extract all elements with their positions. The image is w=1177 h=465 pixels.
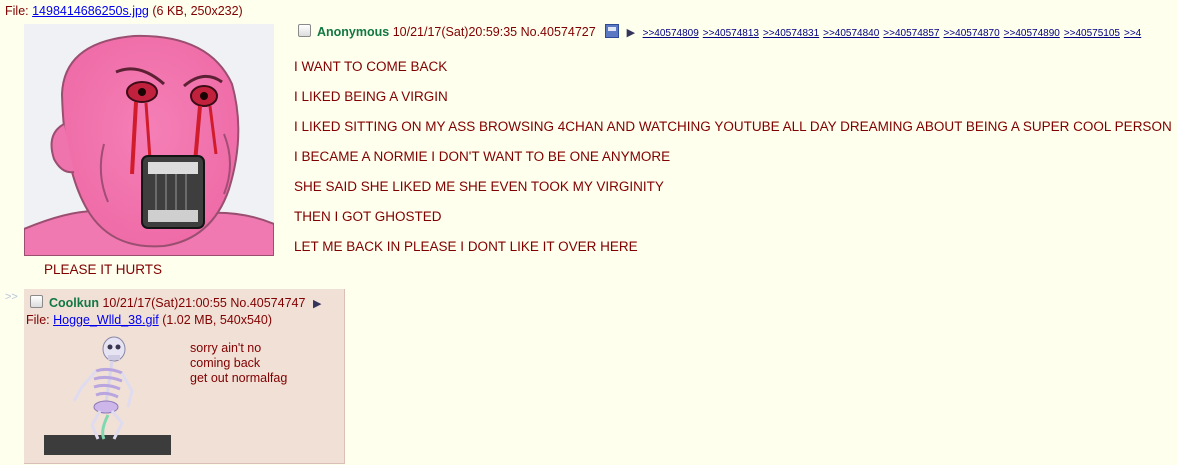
- op-post-header: Anonymous 10/21/17(Sat)20:59:35 No.40574…: [298, 24, 1141, 39]
- reply-file-label: File:: [26, 313, 50, 327]
- reply-file-meta: (1.02 MB, 540x540): [162, 313, 273, 327]
- crying-wojak-icon: [24, 24, 274, 256]
- reply-file-link[interactable]: Hogge_Wlld_38.gif: [53, 313, 159, 327]
- backlink[interactable]: >>40574890: [1004, 28, 1060, 39]
- op-select-checkbox[interactable]: [298, 24, 311, 37]
- reply-datetime: 10/21/17(Sat)21:00:55: [102, 296, 227, 310]
- op-datetime: 10/21/17(Sat)20:59:35: [392, 25, 518, 39]
- reply-post-number[interactable]: No.40574747: [230, 296, 305, 310]
- op-file-label: File:: [5, 4, 29, 18]
- op-backlinks: >>40574809 >>40574813 >>40574831 >>40574840…: [639, 25, 1142, 39]
- reply-select-checkbox[interactable]: [30, 295, 43, 308]
- reply-poster-name: Coolkun: [49, 296, 99, 310]
- backlink[interactable]: >>40574857: [883, 28, 939, 39]
- triangle-right-icon[interactable]: ▶: [627, 27, 635, 39]
- message-line: sorry ain't no: [190, 341, 262, 355]
- op-message-continuation: PLEASE IT HURTS: [44, 262, 163, 277]
- backlink[interactable]: >>40574840: [823, 28, 879, 39]
- reply-file-info: File: Hogge_Wlld_38.gif (1.02 MB, 540x54…: [26, 313, 272, 327]
- reply-post-message: sorry ain't no coming back get out norma…: [190, 341, 287, 386]
- op-file-link[interactable]: 1498414686250s.jpg: [32, 4, 149, 18]
- message-line: THEN I GOT GHOSTED: [294, 209, 442, 224]
- backlink[interactable]: >>40574809: [643, 28, 699, 39]
- op-post-message: I WANT TO COME BACK I LIKED BEING A VIRG…: [294, 52, 1172, 262]
- floppy-disk-icon[interactable]: [605, 24, 620, 38]
- message-line: I LIKED BEING A VIRGIN: [294, 89, 448, 104]
- op-thumbnail-image[interactable]: [24, 24, 274, 256]
- reply-side-arrows: >>: [5, 291, 18, 303]
- message-line: I LIKED SITTING ON MY ASS BROWSING 4CHAN…: [294, 119, 1172, 134]
- message-line: SHE SAID SHE LIKED ME SHE EVEN TOOK MY V…: [294, 179, 664, 194]
- backlink[interactable]: >>40574870: [943, 28, 999, 39]
- reply-post-header: Coolkun 10/21/17(Sat)21:00:55 No.4057474…: [30, 295, 321, 310]
- message-line: I WANT TO COME BACK: [294, 59, 448, 74]
- triangle-right-icon[interactable]: ▶: [313, 298, 321, 310]
- dancing-skeleton-icon: [44, 336, 171, 455]
- message-line: I BECAME A NORMIE I DON'T WANT TO BE ONE…: [294, 149, 671, 164]
- backlink[interactable]: >>40574813: [703, 28, 759, 39]
- message-line: LET ME BACK IN PLEASE I DONT LIKE IT OVE…: [294, 239, 638, 254]
- reply-post: Coolkun 10/21/17(Sat)21:00:55 No.4057474…: [24, 289, 345, 464]
- message-line: get out normalfag: [190, 371, 288, 385]
- backlink[interactable]: >>40575105: [1064, 28, 1120, 39]
- op-file-info: File: 1498414686250s.jpg (6 KB, 250x232): [5, 4, 243, 18]
- message-line: coming back: [190, 356, 261, 370]
- op-post-number[interactable]: No.40574727: [521, 25, 596, 39]
- op-file-meta: (6 KB, 250x232): [152, 4, 243, 18]
- backlink[interactable]: >>4: [1124, 28, 1141, 39]
- op-poster-name: Anonymous: [317, 25, 390, 39]
- reply-thumbnail-image[interactable]: [44, 335, 171, 455]
- backlink[interactable]: >>40574831: [763, 28, 819, 39]
